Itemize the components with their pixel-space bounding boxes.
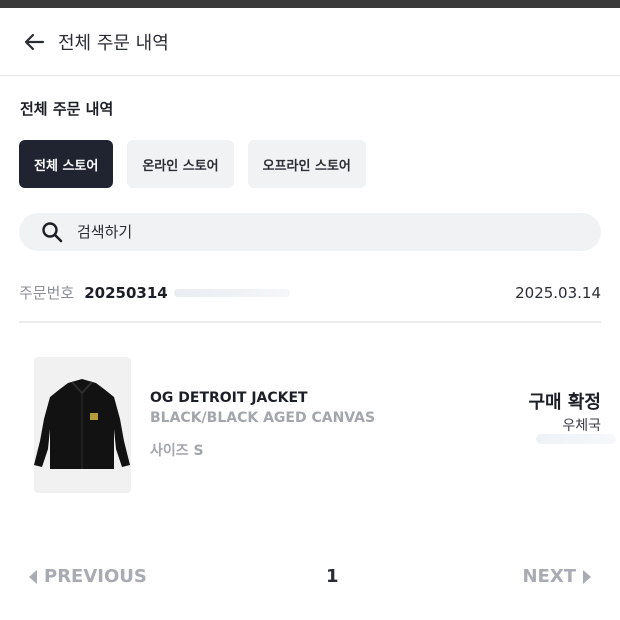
search-bar [19,213,601,251]
section-title: 전체 주문 내역 [20,100,114,118]
back-button[interactable] [20,28,48,56]
order-meta-row: 주문번호 20250314 2025.03.14 [19,282,601,303]
order-number: 20250314 [84,283,168,302]
jacket-icon [34,379,130,469]
pagination: PREVIOUS 1 NEXT [0,566,620,596]
top-header: 전체 주문 내역 [0,8,620,76]
filter-online-store[interactable]: 온라인 스토어 [127,140,234,188]
previous-button[interactable]: PREVIOUS [28,566,147,587]
caret-left-icon [29,569,37,584]
product-image[interactable] [34,357,131,493]
top-status-strip [0,0,620,8]
divider [19,321,601,323]
search-input[interactable] [77,223,557,241]
product-size: 사이즈 S [150,443,204,459]
product-color: BLACK/BLACK AGED CANVAS [150,410,376,426]
next-label: NEXT [522,566,576,587]
filter-offline-store[interactable]: 오프라인 스토어 [247,140,366,188]
filter-all-stores[interactable]: 전체 스토어 [19,140,114,188]
redacted-blur [173,288,290,297]
caret-right-icon [583,569,591,584]
current-page[interactable]: 1 [326,566,339,587]
order-status: 구매 확정 [528,392,601,413]
store-filter-group: 전체 스토어 온라인 스토어 오프라인 스토어 [19,140,366,188]
search-icon[interactable] [41,221,63,243]
header-title: 전체 주문 내역 [58,32,169,54]
arrow-left-icon [24,33,45,50]
order-number-label: 주문번호 [19,284,75,302]
delivery-carrier: 우체국 [562,418,601,434]
order-date: 2025.03.14 [515,283,601,302]
next-button[interactable]: NEXT [522,566,592,587]
previous-label: PREVIOUS [44,566,147,587]
redacted-blur [536,434,616,444]
product-name[interactable]: OG DETROIT JACKET [150,390,308,406]
